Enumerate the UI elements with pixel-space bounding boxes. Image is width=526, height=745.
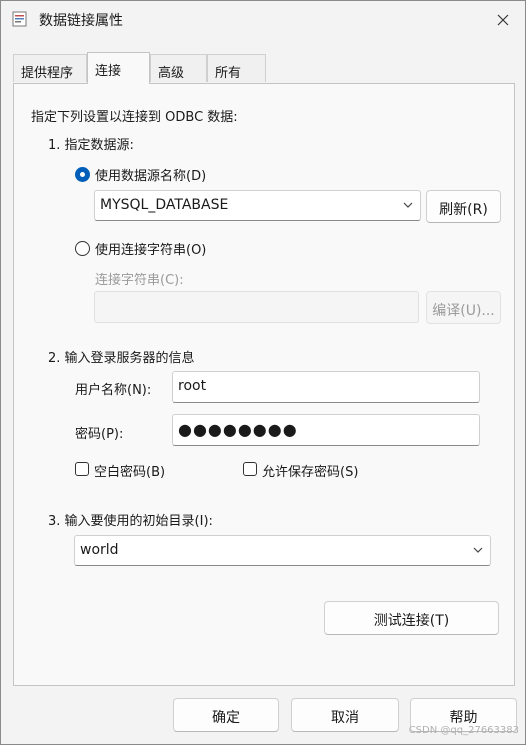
cancel-label: 取消 xyxy=(331,710,359,726)
tab-label: 连接 xyxy=(95,64,122,79)
use-connstr-radio[interactable] xyxy=(75,241,90,256)
username-value: root xyxy=(178,378,207,394)
dsn-combo[interactable]: MYSQL_DATABASE xyxy=(94,190,421,221)
tab-provider[interactable]: 提供程序 xyxy=(13,54,87,82)
use-connstr-label[interactable]: 使用连接字符串(O) xyxy=(95,239,206,258)
title-bar: 数据链接属性 xyxy=(1,1,525,39)
password-field[interactable]: ●●●●●●●● xyxy=(172,414,480,446)
close-button[interactable] xyxy=(489,7,517,33)
refresh-button[interactable]: 刷新(R) xyxy=(426,190,501,223)
dsn-value: MYSQL_DATABASE xyxy=(100,197,229,213)
catalog-value: world xyxy=(80,542,119,558)
window-title: 数据链接属性 xyxy=(39,13,123,29)
allow-save-password-label[interactable]: 允许保存密码(S) xyxy=(262,461,358,480)
username-field[interactable]: root xyxy=(172,371,480,403)
username-label: 用户名称(N): xyxy=(75,383,152,398)
help-label: 帮助 xyxy=(449,710,478,726)
dialog-window: 数据链接属性 提供程序 连接 高级 所有 指定下列设置以连接到 ODBC 数据:… xyxy=(0,0,526,745)
ok-label: 确定 xyxy=(212,710,240,726)
build-label: 编译(U)... xyxy=(432,303,495,319)
tab-label: 提供程序 xyxy=(21,66,74,81)
section1-title: 1. 指定数据源: xyxy=(48,138,134,153)
chevron-down-icon xyxy=(403,202,413,208)
cancel-button[interactable]: 取消 xyxy=(291,698,399,732)
connstr-field[interactable] xyxy=(94,291,419,323)
tab-connection[interactable]: 连接 xyxy=(87,52,150,84)
test-connection-label: 测试连接(T) xyxy=(373,613,450,629)
connection-panel: 指定下列设置以连接到 ODBC 数据: 1. 指定数据源: 使用数据源名称(D)… xyxy=(13,83,515,686)
tab-label: 所有 xyxy=(215,66,242,81)
section2-title: 2. 输入登录服务器的信息 xyxy=(48,351,195,366)
use-dsn-radio[interactable] xyxy=(75,167,90,182)
connstr-label: 连接字符串(C): xyxy=(95,273,184,288)
data-link-icon xyxy=(12,11,27,27)
tab-label: 高级 xyxy=(158,66,185,81)
close-icon xyxy=(497,14,509,26)
refresh-label: 刷新(R) xyxy=(439,202,488,218)
build-button[interactable]: 编译(U)... xyxy=(426,291,501,324)
watermark-text: CSDN @qq_27663383 xyxy=(408,725,519,736)
password-label: 密码(P): xyxy=(75,427,124,442)
tab-advanced[interactable]: 高级 xyxy=(150,54,207,82)
ok-button[interactable]: 确定 xyxy=(173,698,279,732)
blank-password-checkbox[interactable] xyxy=(75,462,89,476)
use-dsn-label[interactable]: 使用数据源名称(D) xyxy=(95,165,206,184)
allow-save-password-checkbox[interactable] xyxy=(243,462,257,476)
catalog-combo[interactable]: world xyxy=(74,535,491,566)
blank-password-label[interactable]: 空白密码(B) xyxy=(94,461,165,480)
password-value: ●●●●●●●● xyxy=(178,420,298,439)
test-connection-button[interactable]: 测试连接(T) xyxy=(324,601,499,635)
chevron-down-icon xyxy=(473,547,483,553)
intro-text: 指定下列设置以连接到 ODBC 数据: xyxy=(31,110,238,125)
tab-all[interactable]: 所有 xyxy=(207,54,266,82)
section3-title: 3. 输入要使用的初始目录(I): xyxy=(48,514,213,529)
